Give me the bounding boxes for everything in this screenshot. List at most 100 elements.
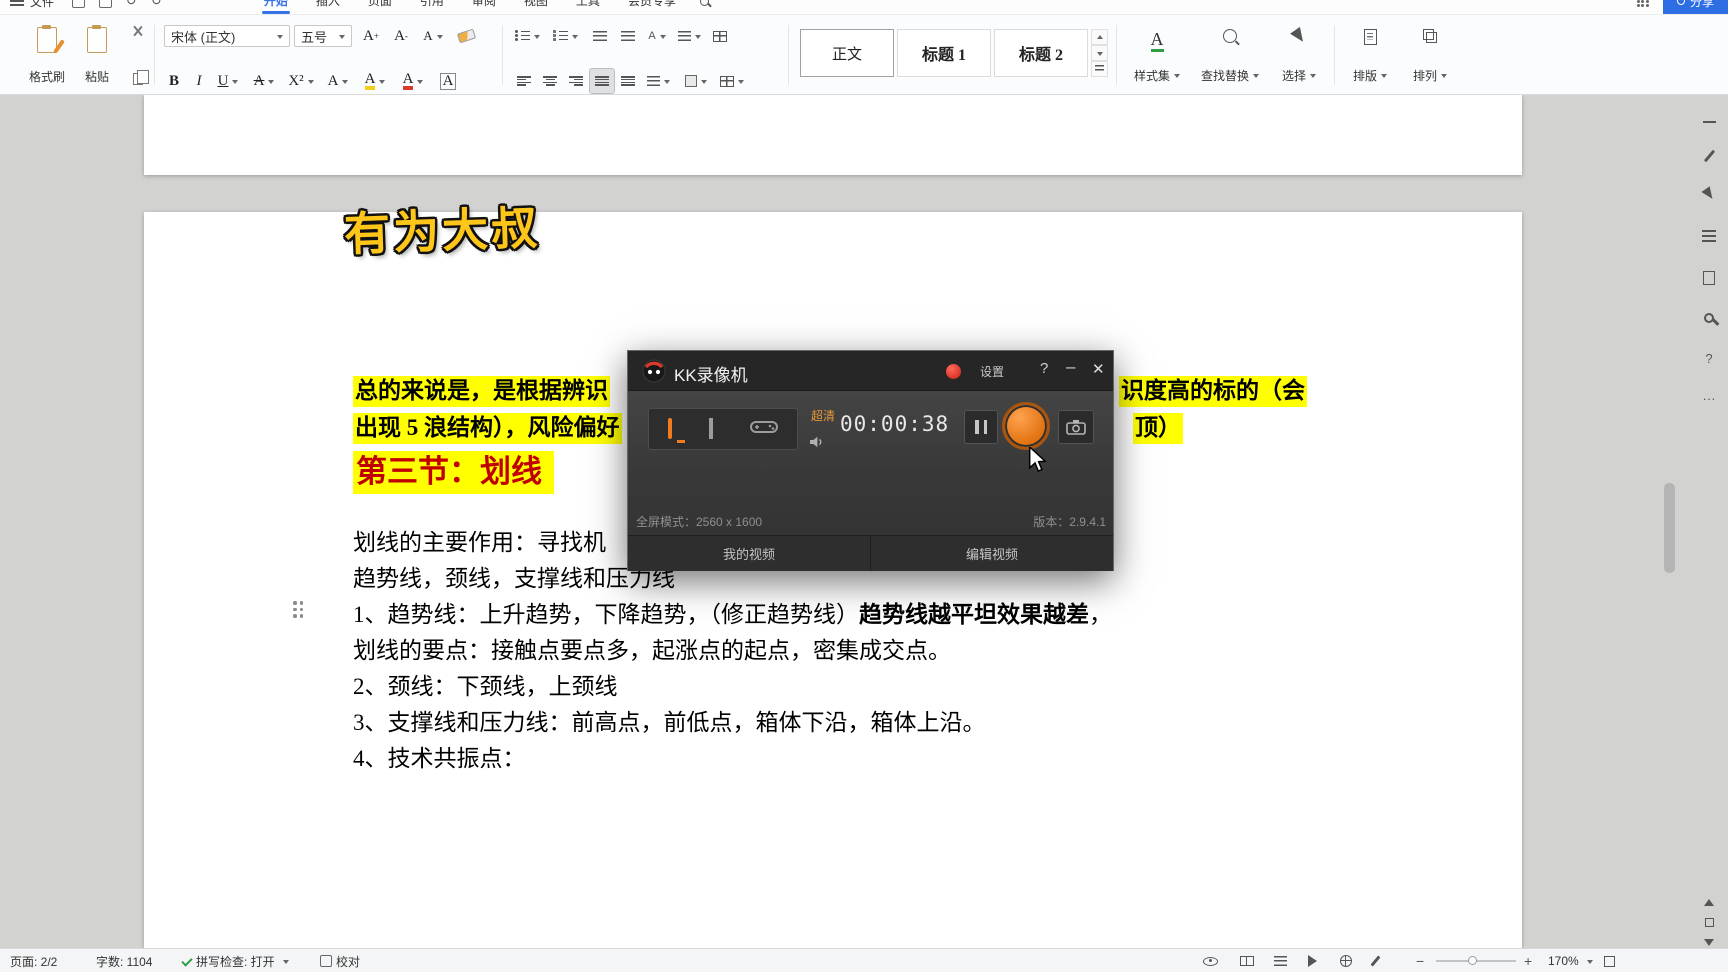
cut-icon[interactable] bbox=[132, 25, 144, 37]
word-count[interactable]: 字数: 1104 bbox=[96, 949, 152, 972]
undo-icon[interactable]: ↺ bbox=[126, 0, 137, 9]
bullet-list-button[interactable] bbox=[512, 25, 542, 47]
typeset-button[interactable]: 排版 bbox=[1342, 23, 1398, 87]
page-indicator[interactable]: 页面: 2/2 bbox=[10, 949, 57, 972]
tab-page[interactable]: 页面 bbox=[354, 0, 406, 14]
zoom-slider[interactable] bbox=[1436, 956, 1516, 965]
game-capture-mode-icon[interactable] bbox=[750, 419, 779, 440]
arrange-button[interactable]: 排列 bbox=[1402, 23, 1458, 87]
underline-button[interactable]: U bbox=[212, 69, 244, 93]
zoom-level[interactable]: 170% bbox=[1548, 949, 1593, 972]
record-stop-button[interactable] bbox=[1002, 402, 1050, 450]
find-replace-button[interactable]: 查找替换 bbox=[1194, 23, 1266, 87]
align-center-button[interactable] bbox=[538, 69, 562, 93]
save-icon[interactable] bbox=[72, 0, 86, 8]
kk-settings-button[interactable]: 设置 bbox=[980, 363, 1004, 380]
style-gallery-more[interactable] bbox=[1091, 61, 1108, 77]
style-gallery-up[interactable] bbox=[1091, 29, 1108, 45]
kk-minimize-button[interactable]: – bbox=[1066, 357, 1075, 377]
print-icon[interactable] bbox=[99, 0, 113, 8]
kk-title-bar[interactable]: KK录像机 设置 ? – ✕ bbox=[628, 351, 1113, 391]
style-heading2[interactable]: 标题 2 bbox=[994, 29, 1088, 77]
page-view-icon[interactable] bbox=[1240, 949, 1254, 972]
help-icon[interactable]: ? bbox=[1690, 345, 1728, 371]
tab-home[interactable]: 开始 bbox=[250, 0, 302, 14]
superscript-button[interactable]: X² bbox=[284, 69, 318, 93]
text-effects-button[interactable]: A bbox=[322, 69, 354, 93]
align-right-button[interactable] bbox=[564, 69, 588, 93]
screen-capture-mode-icon[interactable] bbox=[667, 418, 672, 439]
style-set-button[interactable]: A 样式集 bbox=[1126, 23, 1188, 87]
web-view-icon[interactable] bbox=[1340, 949, 1352, 972]
quality-label[interactable]: 超清 bbox=[811, 407, 835, 424]
shading-button[interactable] bbox=[680, 69, 712, 93]
apps-grid-icon[interactable] bbox=[1636, 0, 1649, 7]
strikethrough-button[interactable]: A bbox=[248, 69, 280, 93]
align-left-button[interactable] bbox=[512, 69, 536, 93]
kk-help-button[interactable]: ? bbox=[1040, 360, 1048, 377]
paste-button[interactable]: 粘贴 bbox=[74, 23, 120, 87]
play-slideshow-icon[interactable] bbox=[1308, 949, 1317, 972]
font-size-select[interactable]: 五号 bbox=[294, 25, 352, 47]
highlight-color-button[interactable]: A bbox=[358, 69, 392, 93]
borders-button[interactable] bbox=[716, 69, 748, 93]
speaker-icon[interactable] bbox=[809, 435, 824, 453]
style-heading1[interactable]: 标题 1 bbox=[897, 29, 991, 77]
spell-check-status[interactable]: 拼写检查: 打开 bbox=[181, 949, 289, 972]
font-name-select[interactable]: 宋体 (正文) bbox=[164, 25, 290, 47]
zoom-in-button[interactable]: + bbox=[1524, 949, 1532, 972]
search-icon[interactable] bbox=[699, 0, 709, 6]
zoom-slider-thumb[interactable] bbox=[1468, 956, 1477, 965]
more-options-icon[interactable]: ··· bbox=[1690, 385, 1728, 411]
highlighter-tool-icon[interactable] bbox=[1690, 143, 1728, 169]
bold-button[interactable]: B bbox=[162, 69, 186, 93]
window-capture-mode-icon[interactable] bbox=[708, 418, 713, 439]
document-area[interactable]: 有为大叔 总的来说是，是根据辨识 识度高的标的（会 出现 5 浪结构），风险偏好… bbox=[0, 95, 1728, 948]
text-tools-button[interactable]: A bbox=[418, 24, 448, 48]
style-normal[interactable]: 正文 bbox=[800, 29, 894, 77]
copy-icon[interactable] bbox=[133, 70, 149, 85]
screenshot-button[interactable] bbox=[1058, 410, 1094, 444]
paragraph-drag-handle[interactable] bbox=[293, 601, 304, 618]
decrease-font-button[interactable]: A- bbox=[388, 24, 414, 48]
proofread-button[interactable]: 校对 bbox=[320, 949, 360, 972]
page-current[interactable] bbox=[144, 212, 1522, 948]
collapse-ribbon-icon[interactable] bbox=[1690, 109, 1728, 135]
edit-videos-button[interactable]: 编辑视频 bbox=[871, 536, 1113, 571]
outline-view-icon[interactable] bbox=[1274, 949, 1287, 972]
file-menu-button[interactable]: 文件 bbox=[30, 0, 62, 10]
numbered-list-button[interactable] bbox=[550, 25, 580, 47]
select-button[interactable]: 选择 bbox=[1272, 23, 1326, 87]
format-painter-button[interactable]: 格式刷 bbox=[24, 23, 70, 87]
italic-button[interactable]: I bbox=[188, 69, 210, 93]
eye-protect-icon[interactable] bbox=[1203, 949, 1218, 972]
tab-insert[interactable]: 插入 bbox=[302, 0, 354, 14]
select-tool-icon[interactable] bbox=[1690, 181, 1728, 207]
increase-indent-button[interactable] bbox=[616, 25, 640, 47]
zoom-out-button[interactable]: − bbox=[1416, 949, 1424, 972]
tab-review[interactable]: 审阅 bbox=[458, 0, 510, 14]
distribute-button[interactable] bbox=[616, 69, 640, 93]
kk-close-button[interactable]: ✕ bbox=[1092, 360, 1105, 378]
style-gallery-down[interactable] bbox=[1091, 45, 1108, 61]
increase-font-button[interactable]: A + bbox=[358, 24, 384, 48]
document-check-icon[interactable] bbox=[1690, 265, 1728, 291]
hamburger-menu-icon[interactable] bbox=[10, 0, 24, 8]
sort-button[interactable]: A bbox=[644, 25, 670, 47]
decrease-indent-button[interactable] bbox=[588, 25, 612, 47]
align-justify-button[interactable] bbox=[589, 68, 615, 94]
clear-format-button[interactable] bbox=[452, 25, 480, 47]
tab-reference[interactable]: 引用 bbox=[406, 0, 458, 14]
share-button[interactable]: 分享 bbox=[1662, 0, 1728, 14]
edit-mode-icon[interactable] bbox=[1370, 949, 1381, 972]
font-color-button[interactable]: A bbox=[396, 69, 430, 93]
tab-tools[interactable]: 工具 bbox=[562, 0, 614, 14]
tools-wrench-icon[interactable] bbox=[1690, 305, 1728, 331]
vertical-scrollbar-thumb[interactable] bbox=[1664, 483, 1675, 573]
columns-button[interactable] bbox=[708, 25, 732, 47]
tab-view[interactable]: 视图 bbox=[510, 0, 562, 14]
layout-format-button[interactable] bbox=[676, 25, 702, 47]
settings-sliders-icon[interactable] bbox=[1690, 223, 1728, 249]
redo-icon[interactable]: ↻ bbox=[151, 0, 162, 9]
char-border-button[interactable]: A bbox=[434, 69, 462, 93]
